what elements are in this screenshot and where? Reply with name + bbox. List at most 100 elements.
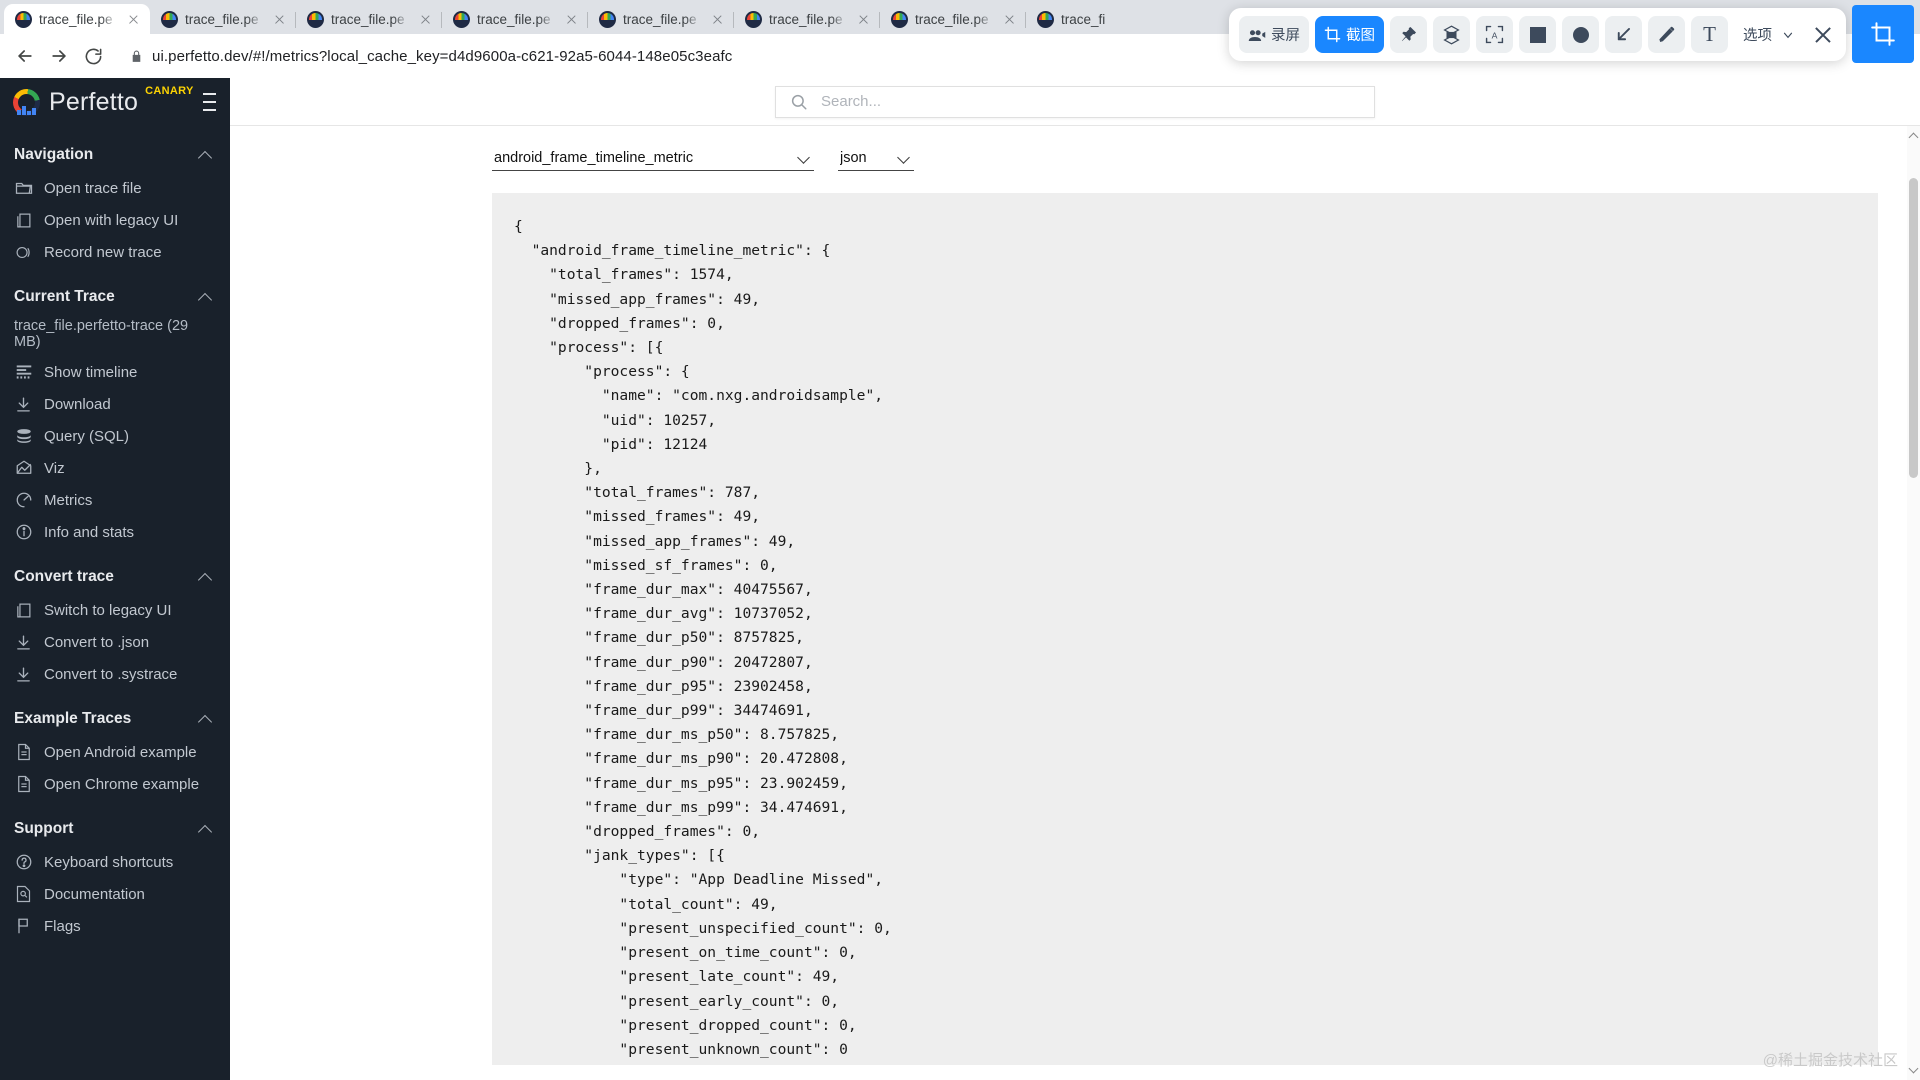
scroll-up-arrow-icon[interactable] [1908,132,1919,143]
ocr-icon: A [1485,25,1504,44]
browser-tab[interactable]: trace_file.pe [150,4,296,34]
chevron-up-icon [199,713,212,726]
video-camera-icon [1248,28,1266,42]
sidebar-item-download[interactable]: Download [0,388,230,420]
sidebar-item-open-with-legacy-ui[interactable]: Open with legacy UI [0,204,230,236]
sidebar-item-flags[interactable]: Flags [0,910,230,942]
sidebar-item-documentation[interactable]: Documentation [0,878,230,910]
section-title: Example Traces [14,710,132,727]
pin-button[interactable] [1390,16,1427,53]
arrow-tool-button[interactable] [1605,16,1642,53]
sidebar-item-label: Open with legacy UI [44,211,179,229]
sidebar-section-navigation[interactable]: Navigation [0,126,230,172]
cube-button[interactable] [1433,16,1470,53]
sidebar-item-open-chrome-example[interactable]: Open Chrome example [0,768,230,800]
close-icon[interactable] [1810,22,1836,48]
browser-tab[interactable]: trace_file.pe [4,4,150,34]
browser-tab[interactable]: trace_file.pe [296,4,442,34]
sidebar-section-support[interactable]: Support [0,800,230,846]
canary-badge: CANARY [145,85,194,97]
perfetto-favicon-icon [307,10,324,28]
sidebar-item-open-android-example[interactable]: Open Android example [0,736,230,768]
format-select[interactable]: json [838,148,914,171]
cube-icon [1442,24,1461,45]
hamburger-menu-icon[interactable] [202,93,216,111]
circle-tool-button[interactable] [1562,16,1599,53]
tab-title: trace_file.pe [915,11,989,27]
section-title: Current Trace [14,288,115,305]
download-icon [14,633,33,652]
copy-icon [14,601,33,620]
sidebar-item-show-timeline[interactable]: Show timeline [0,356,230,388]
screenshot-button[interactable]: 截图 [1315,16,1384,53]
sidebar-item-query-sql[interactable]: Query (SQL) [0,420,230,452]
pen-tool-button[interactable] [1648,16,1685,53]
tab-title: trace_fi [1061,11,1106,27]
info-icon [14,523,33,542]
browser-tab[interactable]: trace_file.pe [588,4,734,34]
browser-tab[interactable]: trace_file.pe [880,4,1026,34]
sidebar-item-label: Open trace file [44,179,142,197]
reload-icon[interactable] [78,41,108,71]
tab-close-icon[interactable] [125,11,142,28]
crop-icon [1324,26,1341,43]
top-search-bar: Search... [230,78,1920,126]
document-icon [14,775,33,794]
sidebar-item-info-and-stats[interactable]: Info and stats [0,516,230,548]
omnibox-search[interactable]: Search... [775,85,1375,118]
text-icon: T [1703,22,1716,46]
metric-result-panel: { "android_frame_timeline_metric": { "to… [492,193,1878,1065]
sidebar-item-metrics[interactable]: Metrics [0,484,230,516]
scroll-down-arrow-icon[interactable] [1908,1063,1919,1074]
timeline-icon [14,363,33,382]
forward-arrow-icon[interactable] [44,41,74,71]
main-scrollbar-thumb[interactable] [1909,178,1918,478]
sidebar-item-label: Documentation [44,885,145,903]
address-bar-url: ui.perfetto.dev/#!/metrics?local_cache_k… [152,47,733,65]
browser-window: trace_file.pe trace_file.pe trace_file.p… [0,0,1920,1080]
browser-tab[interactable]: trace_fi [1026,4,1172,34]
flag-icon [14,917,33,936]
sidebar-item-open-trace-file[interactable]: Open trace file [0,172,230,204]
sidebar-item-viz[interactable]: Viz [0,452,230,484]
tab-close-icon[interactable] [855,11,872,28]
section-title: Support [14,820,74,837]
tab-close-icon[interactable] [563,11,580,28]
sidebar-item-record-new-trace[interactable]: Record new trace [0,236,230,268]
ocr-button[interactable]: A [1476,16,1513,53]
sidebar-item-keyboard-shortcuts[interactable]: Keyboard shortcuts [0,846,230,878]
sidebar-item-label: Convert to .systrace [44,665,178,683]
crop-icon [1870,21,1896,47]
sidebar-item-label: Flags [44,917,81,935]
tab-close-icon[interactable] [417,11,434,28]
pin-icon [1399,25,1418,44]
main-scrollbar[interactable] [1907,126,1920,1080]
sidebar-item-switch-to-legacy-ui[interactable]: Switch to legacy UI [0,594,230,626]
sidebar-item-convert-to-systrace[interactable]: Convert to .systrace [0,658,230,690]
text-tool-button[interactable]: T [1691,16,1728,53]
square-tool-button[interactable] [1519,16,1556,53]
database-icon [14,427,33,446]
copy-icon [14,211,33,230]
gauge-icon [14,491,33,510]
browser-tab[interactable]: trace_file.pe [442,4,588,34]
sidebar-section-convert-trace[interactable]: Convert trace [0,548,230,594]
sidebar-section-example-traces[interactable]: Example Traces [0,690,230,736]
back-arrow-icon[interactable] [10,41,40,71]
metric-select[interactable]: android_frame_timeline_metric [492,148,814,171]
sidebar-section-current-trace[interactable]: Current Trace [0,268,230,314]
lock-icon [130,49,143,64]
chevron-up-icon [199,823,212,836]
sidebar-item-convert-to-json[interactable]: Convert to .json [0,626,230,658]
perfetto-favicon-icon [891,10,908,28]
tab-close-icon[interactable] [271,11,288,28]
tab-close-icon[interactable] [709,11,726,28]
browser-tab[interactable]: trace_file.pe [734,4,880,34]
record-screen-label: 录屏 [1271,28,1300,44]
tab-close-icon[interactable] [1001,11,1018,28]
options-dropdown[interactable]: 选项 [1734,16,1804,53]
perfetto-app: Perfetto CANARY Navigation Open trace fi… [0,78,1920,1080]
metric-result-json: { "android_frame_timeline_metric": { "to… [514,218,892,1058]
capture-confirm-button[interactable] [1852,5,1914,63]
record-screen-button[interactable]: 录屏 [1239,16,1309,53]
